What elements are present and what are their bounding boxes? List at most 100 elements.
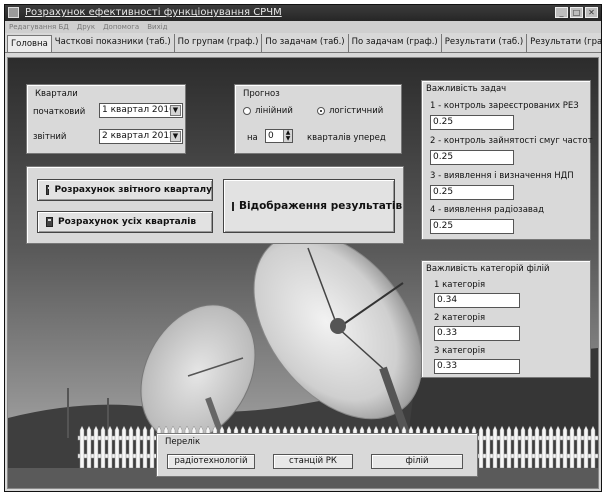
tab-results-table[interactable]: Результати (таб.) bbox=[442, 34, 528, 52]
fence-picket bbox=[107, 425, 113, 469]
fence-picket bbox=[541, 425, 547, 469]
list-panel-title: Перелік bbox=[165, 437, 201, 447]
fence-picket bbox=[114, 425, 120, 469]
list-panel: Перелік радіотехнологій станцій РК філій bbox=[156, 433, 478, 477]
forecast-ahead-prefix: на bbox=[247, 133, 258, 143]
branch-1-weight-input[interactable]: 0.34 bbox=[434, 293, 520, 308]
task-importance-group: Важливість задач 1 - контроль зареєстров… bbox=[421, 80, 593, 240]
forecast-ahead-spinner[interactable]: 0 ▲ ▼ bbox=[265, 129, 293, 143]
calculator-icon bbox=[46, 185, 52, 195]
actions-panel: Розрахунок звітного кварталу Розрахунок … bbox=[26, 166, 404, 244]
fence-picket bbox=[520, 425, 526, 469]
end-quarter-label: звітний bbox=[33, 132, 67, 142]
tab-partial-indicators-table[interactable]: Часткові показники (таб.) bbox=[52, 34, 175, 52]
branch-1-label: 1 категорія bbox=[434, 280, 486, 290]
maximize-button[interactable]: □ bbox=[570, 7, 583, 18]
app-window: Розрахунок ефективності функціонування С… bbox=[4, 4, 602, 492]
fence-picket bbox=[492, 425, 498, 469]
tab-results-chart[interactable]: Результати (граф.) bbox=[527, 34, 601, 52]
task-1-label: 1 - контроль зареєстрованих РЕЗ bbox=[430, 101, 579, 111]
fence-picket bbox=[86, 425, 92, 469]
rk-stations-button[interactable]: станцій РК bbox=[273, 454, 353, 469]
forecast-ahead-suffix: кварталів уперед bbox=[307, 133, 386, 143]
chevron-down-icon[interactable]: ▼ bbox=[170, 131, 181, 142]
fence-picket bbox=[93, 425, 99, 469]
fence-picket bbox=[135, 425, 141, 469]
calc-all-quarters-button[interactable]: Розрахунок усіх кварталів bbox=[37, 211, 213, 233]
spinner-arrows-icon[interactable]: ▲ ▼ bbox=[283, 130, 292, 142]
menu-exit[interactable]: Вихід bbox=[147, 21, 167, 33]
tab-by-groups-chart[interactable]: По групам (граф.) bbox=[175, 34, 263, 52]
main-panel: Квартали початковий 1 квартал 2010 ▼ зві… bbox=[7, 57, 599, 489]
branch-2-label: 2 категорія bbox=[434, 313, 486, 323]
app-icon bbox=[8, 7, 19, 18]
fence-picket bbox=[513, 425, 519, 469]
logistic-radio-label: логістичний bbox=[329, 106, 384, 116]
fence-picket bbox=[121, 425, 127, 469]
radiotechnologies-button[interactable]: радіотехнологій bbox=[167, 454, 255, 469]
menu-edit-db[interactable]: Редагування БД bbox=[9, 21, 69, 33]
calc-report-quarter-label: Розрахунок звітного кварталу bbox=[54, 185, 212, 195]
tab-bar: Головна Часткові показники (таб.) По гру… bbox=[5, 34, 601, 53]
fence-picket bbox=[555, 425, 561, 469]
fence-picket bbox=[128, 425, 134, 469]
quarters-group: Квартали початковий 1 квартал 2010 ▼ зві… bbox=[26, 84, 186, 154]
display-icon bbox=[232, 201, 237, 211]
task-3-weight-input[interactable]: 0.25 bbox=[430, 185, 514, 200]
chevron-down-icon[interactable]: ▼ bbox=[170, 105, 181, 116]
tab-by-tasks-table[interactable]: По задачам (таб.) bbox=[262, 34, 349, 52]
forecast-ahead-value: 0 bbox=[268, 131, 274, 141]
fence-picket bbox=[142, 425, 148, 469]
minimize-button[interactable]: _ bbox=[555, 7, 568, 18]
menu-bar: Редагування БД Друк Допомога Вихід bbox=[5, 21, 601, 33]
tab-by-tasks-chart[interactable]: По задачам (граф.) bbox=[349, 34, 442, 52]
start-quarter-select[interactable]: 1 квартал 2010 ▼ bbox=[99, 103, 183, 118]
show-results-button[interactable]: Відображення результатів bbox=[223, 179, 402, 233]
fence-picket bbox=[548, 425, 554, 469]
task-1-weight-input[interactable]: 0.25 bbox=[430, 115, 514, 130]
fence-picket bbox=[100, 425, 106, 469]
window-title: Розрахунок ефективності функціонування С… bbox=[25, 7, 282, 18]
start-quarter-label: початковий bbox=[33, 107, 86, 117]
task-4-weight-input[interactable]: 0.25 bbox=[430, 219, 514, 234]
title-bar[interactable]: Розрахунок ефективності функціонування С… bbox=[5, 5, 601, 21]
fence-picket bbox=[485, 425, 491, 469]
branch-importance-title: Важливість категорій філій bbox=[426, 264, 550, 274]
task-2-label: 2 - контроль зайнятості смуг частот bbox=[430, 136, 593, 146]
fence-picket bbox=[583, 425, 589, 469]
task-2-weight-input[interactable]: 0.25 bbox=[430, 150, 514, 165]
task-4-label: 4 - виявлення радіозавад bbox=[430, 205, 544, 215]
end-quarter-value: 2 квартал 2012 bbox=[102, 131, 175, 141]
menu-print[interactable]: Друк bbox=[77, 21, 95, 33]
branch-2-weight-input[interactable]: 0.33 bbox=[434, 326, 520, 341]
fence-picket bbox=[576, 425, 582, 469]
fence-picket bbox=[590, 425, 596, 469]
fence-picket bbox=[499, 425, 505, 469]
menu-help[interactable]: Допомога bbox=[103, 21, 139, 33]
fence-picket bbox=[569, 425, 575, 469]
close-button[interactable]: ✕ bbox=[585, 7, 598, 18]
branch-3-label: 3 категорія bbox=[434, 346, 486, 356]
fence-picket bbox=[562, 425, 568, 469]
logistic-radio[interactable] bbox=[317, 107, 325, 115]
calculator-icon bbox=[46, 217, 53, 227]
fence-picket bbox=[79, 425, 85, 469]
fence-picket bbox=[506, 425, 512, 469]
end-quarter-select[interactable]: 2 квартал 2012 ▼ bbox=[99, 129, 183, 144]
linear-radio[interactable] bbox=[243, 107, 251, 115]
calc-all-quarters-label: Розрахунок усіх кварталів bbox=[58, 217, 197, 227]
show-results-label: Відображення результатів bbox=[239, 200, 403, 212]
branch-3-weight-input[interactable]: 0.33 bbox=[434, 359, 520, 374]
calc-report-quarter-button[interactable]: Розрахунок звітного кварталу bbox=[37, 179, 213, 201]
forecast-group-title: Прогноз bbox=[243, 89, 280, 99]
fence-picket bbox=[534, 425, 540, 469]
fence-picket bbox=[149, 425, 155, 469]
fence-picket bbox=[478, 425, 484, 469]
branch-importance-group: Важливість категорій філій 1 категорія 0… bbox=[421, 260, 591, 378]
branches-button[interactable]: філій bbox=[371, 454, 463, 469]
quarters-group-title: Квартали bbox=[35, 89, 78, 99]
tab-main[interactable]: Головна bbox=[7, 35, 52, 52]
task-importance-title: Важливість задач bbox=[426, 84, 507, 94]
window-controls: _ □ ✕ bbox=[555, 7, 598, 18]
fence-picket bbox=[527, 425, 533, 469]
